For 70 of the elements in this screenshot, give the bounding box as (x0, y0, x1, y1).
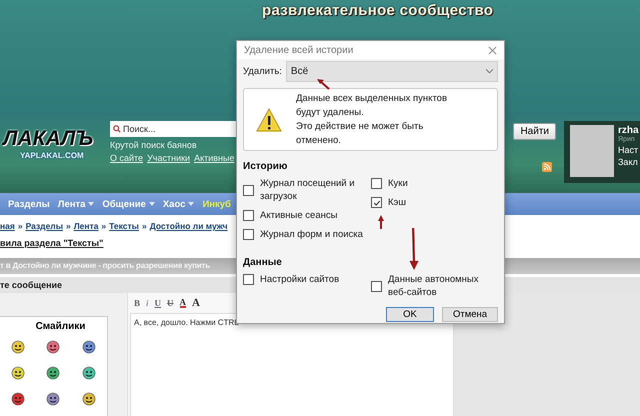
smiley-icon[interactable] (10, 340, 25, 354)
range-select[interactable]: Всё (286, 61, 498, 82)
smiley-icon[interactable] (82, 392, 96, 406)
format-button[interactable]: A (180, 298, 186, 308)
caret-icon (88, 202, 94, 206)
header-link[interactable]: Участники (147, 153, 190, 163)
breadcrumb-link[interactable]: Лента (74, 221, 98, 231)
caret-icon (188, 202, 194, 206)
breadcrumb-link[interactable]: Разделы (26, 221, 63, 231)
breadcrumb-link[interactable]: ная (0, 221, 15, 231)
format-button[interactable]: B (134, 298, 140, 308)
rss-icon[interactable] (542, 162, 552, 172)
search-button[interactable]: Найти (513, 123, 556, 140)
close-icon[interactable] (488, 46, 497, 54)
breadcrumb-separator: » (142, 221, 147, 231)
smiley-icon[interactable] (82, 340, 96, 354)
breadcrumb-link[interactable]: Тексты (109, 221, 139, 231)
format-button[interactable]: U (154, 298, 162, 308)
site-tagline: развлекательное сообщество (262, 2, 494, 19)
checkbox[interactable] (371, 280, 382, 292)
format-button[interactable]: i (146, 298, 149, 308)
search-icon (113, 125, 121, 133)
header-link[interactable]: О сайте (110, 153, 144, 163)
checkbox[interactable] (243, 274, 254, 285)
smiley-icon[interactable] (82, 366, 96, 380)
warning-icon (256, 108, 282, 132)
checkbox-label[interactable]: Активные сеансы (260, 209, 338, 222)
user-name[interactable]: rzha (618, 125, 639, 136)
section-title: Данные (243, 257, 283, 268)
dialog-button[interactable]: OK (386, 307, 434, 322)
range-label: Удалить: (243, 66, 282, 77)
checkbox[interactable] (243, 229, 254, 240)
checkbox-label[interactable]: Кэш (388, 196, 406, 209)
chevron-icon (486, 69, 493, 74)
header-link[interactable]: Активные (194, 153, 234, 163)
rules-link[interactable]: вила раздела "Тексты" (0, 238, 640, 248)
smiley-icon[interactable] (46, 392, 60, 406)
dialog-title: Удаление всей истории (244, 44, 354, 56)
warning-text: Это действие не может быть отменено. (296, 120, 424, 148)
breadcrumb-separator: » (66, 221, 71, 231)
checkbox[interactable] (243, 184, 254, 196)
checkbox[interactable] (371, 178, 382, 189)
smiley-icon[interactable] (10, 392, 25, 406)
format-button[interactable]: A (192, 297, 200, 309)
warning-text: Данные всех выделенных пунктов будут удалены. (296, 92, 448, 120)
smiley-icon[interactable] (10, 366, 25, 380)
breadcrumb-separator: » (18, 221, 23, 231)
format-button[interactable]: U (167, 298, 174, 308)
search-field[interactable]: Поиск... (110, 121, 236, 137)
smiley-icon[interactable] (46, 340, 60, 354)
smiley-icon[interactable] (46, 366, 60, 380)
user-link[interactable]: Закл (618, 157, 639, 167)
caret-icon (148, 202, 155, 206)
checkbox-label[interactable]: Журнал посещений и загрузок (260, 177, 368, 203)
site-logo[interactable]: ЛАКАЛЪ (0, 127, 98, 151)
annotation-arrow (316, 78, 330, 90)
section-title: Историю (243, 161, 288, 172)
checkbox-label[interactable]: Куки (388, 177, 408, 190)
breadcrumb-separator: » (101, 221, 106, 231)
breadcrumb-link[interactable]: Достойно ли мужч (150, 221, 228, 231)
site-domain: YAPLAKAL.COM (20, 151, 85, 160)
smileys-title: Смайлики (34, 321, 86, 332)
checkbox-label[interactable]: Журнал форм и поиска (260, 228, 363, 241)
checkbox[interactable] (371, 197, 382, 208)
search-hint: Крутой поиск баянов (110, 140, 198, 150)
dialog-button[interactable]: Отмена (442, 307, 498, 322)
annotation-arrow (378, 215, 384, 229)
annotation-arrow (409, 228, 419, 270)
user-link[interactable]: Наст (618, 145, 639, 155)
checkbox[interactable] (243, 210, 254, 221)
